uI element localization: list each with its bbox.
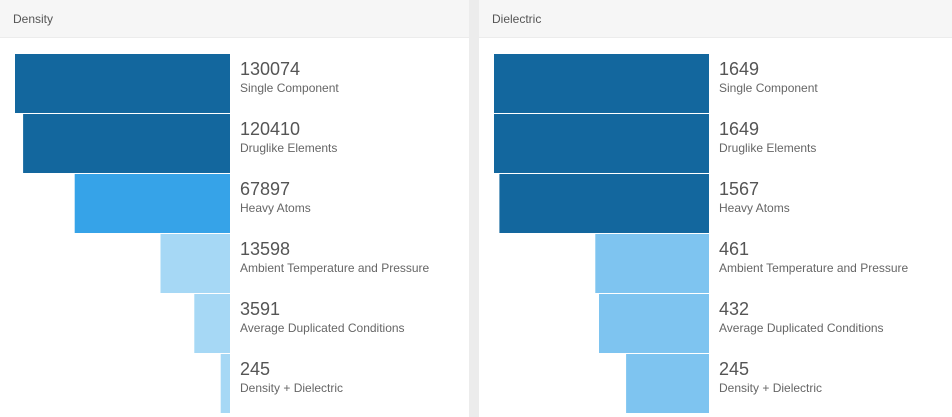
data-label-category: Ambient Temperature and Pressure xyxy=(719,261,909,275)
data-label-value: 1649 xyxy=(719,59,760,79)
funnel-bar[interactable] xyxy=(499,174,709,233)
data-label-value: 130074 xyxy=(240,59,301,79)
data-label-category: Druglike Elements xyxy=(719,141,817,155)
funnel-bar[interactable] xyxy=(23,114,230,173)
data-label-category: Druglike Elements xyxy=(240,141,338,155)
dielectric-funnel-chart: 1649 Single Component 1649 Druglike Element… xyxy=(479,38,952,417)
panel-title: Density xyxy=(0,0,469,38)
data-label-category: Single Component xyxy=(719,81,818,95)
data-label-value: 461 xyxy=(719,239,750,259)
funnel-bar[interactable] xyxy=(599,294,709,353)
data-label-category: Ambient Temperature and Pressure xyxy=(240,261,430,275)
panel-title: Dielectric xyxy=(479,0,952,38)
dielectric-panel: Dielectric 1649 Single Component 1649 Drugl… xyxy=(479,0,952,417)
data-label-value: 13598 xyxy=(240,239,291,259)
data-label-value: 1649 xyxy=(719,119,760,139)
data-label-category: Average Duplicated Conditions xyxy=(240,321,405,335)
funnel-bar[interactable] xyxy=(160,234,231,293)
funnel-bar[interactable] xyxy=(74,174,230,233)
funnel-bar[interactable] xyxy=(15,54,230,113)
data-label-value: 67897 xyxy=(240,179,291,199)
funnel-bar[interactable] xyxy=(220,354,230,413)
data-label-category: Density + Dielectric xyxy=(240,381,344,395)
data-label-category: Density + Dielectric xyxy=(719,381,823,395)
funnel-bar[interactable] xyxy=(595,234,709,293)
data-label-value: 245 xyxy=(240,359,271,379)
data-label-category: Heavy Atoms xyxy=(240,201,311,215)
funnel-bar[interactable] xyxy=(194,294,230,353)
funnel-bars xyxy=(494,54,709,413)
funnel-bars xyxy=(15,54,231,413)
density-funnel-chart: 130074 Single Component 120410 Druglike Ele… xyxy=(0,38,469,417)
data-label-value: 245 xyxy=(719,359,750,379)
funnel-bar[interactable] xyxy=(494,54,709,113)
density-panel: Density 130074 Single Component 120410 Drug… xyxy=(0,0,469,417)
data-label-category: Heavy Atoms xyxy=(719,201,790,215)
funnel-bar[interactable] xyxy=(494,114,709,173)
data-label-value: 120410 xyxy=(240,119,301,139)
data-label-category: Single Component xyxy=(240,81,339,95)
data-label-value: 1567 xyxy=(719,179,760,199)
data-label-category: Average Duplicated Conditions xyxy=(719,321,884,335)
funnel-bar[interactable] xyxy=(626,354,709,413)
data-label-value: 432 xyxy=(719,299,750,319)
data-label-value: 3591 xyxy=(240,299,281,319)
